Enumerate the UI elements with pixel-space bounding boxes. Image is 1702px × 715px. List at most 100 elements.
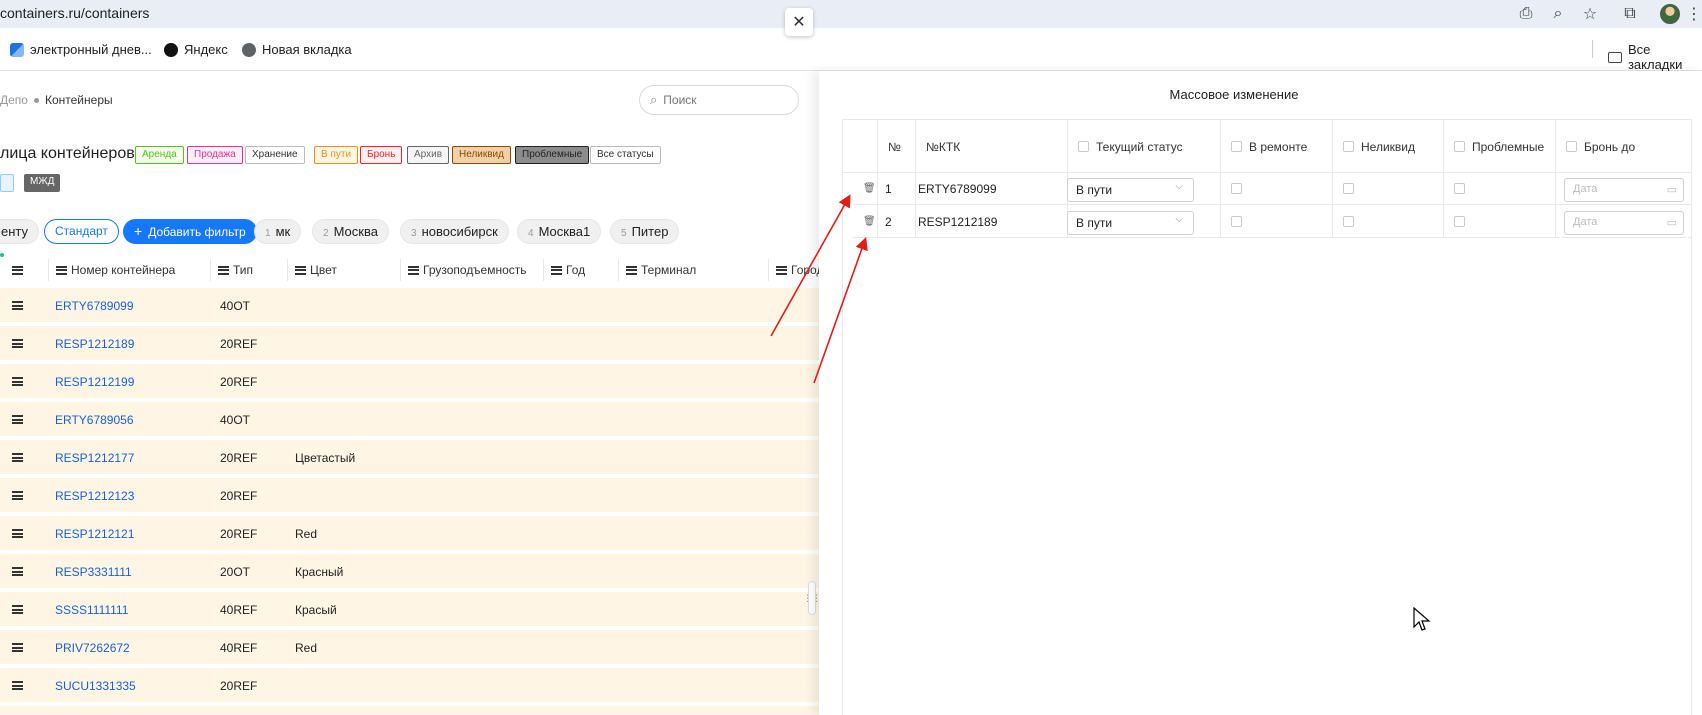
table-row[interactable]: RESP3331111 20OT Красный [0,554,819,589]
bookmark-star-icon[interactable]: ☆ [1574,2,1606,26]
header-in-repair[interactable]: В ремонте [1220,120,1307,173]
all-bookmarks[interactable]: Все закладки [1608,42,1702,72]
status-tag-problem[interactable]: Проблемные [515,146,590,164]
header-current-status[interactable]: Текущий статус [1067,120,1183,173]
table-row[interactable]: RESP1212121 20REF Red [0,516,819,551]
checkbox-row-illiquid[interactable] [1343,216,1354,227]
saved-filter-4[interactable]: 4 Москва1 [517,219,602,244]
tag-mzhd[interactable]: МЖД [24,174,61,192]
status-tag-archive[interactable]: Архив [407,146,450,164]
checkbox-booking[interactable] [1566,141,1577,152]
saved-filter-5[interactable]: 5 Питер [610,219,680,244]
checkbox-row-repair[interactable] [1231,183,1242,194]
checkbox-illiquid[interactable] [1343,141,1354,152]
status-tag-all[interactable]: Все статусы [590,146,661,164]
container-number-link[interactable]: ERTY6789056 [55,413,134,427]
saved-filter-1[interactable]: 1 мк [254,219,302,244]
row-menu-icon[interactable] [12,301,23,310]
saved-filter-2[interactable]: 2 Москва [312,219,389,244]
filter-standard[interactable]: Стандарт [44,219,119,244]
container-number-link[interactable]: PRIV7262672 [55,641,130,655]
container-number-link[interactable]: RESP1212189 [55,337,134,351]
table-row[interactable]: SUCU1331335 20REF [0,668,819,703]
bookmark-yandex[interactable]: Яндекс [164,42,228,57]
checkbox-row-problem[interactable] [1454,183,1465,194]
trash-icon[interactable]: 🗑 [863,216,876,227]
tag-clipped[interactable] [0,174,14,192]
saved-filter-3[interactable]: 3 новосибирск [400,219,509,244]
status-tag-rent[interactable]: Аренда [135,146,184,164]
container-number-link[interactable]: SUCU1331335 [55,679,136,693]
status-select[interactable]: В пути ⌵ [1067,211,1194,235]
checkbox-problem[interactable] [1454,141,1465,152]
checkbox-row-repair[interactable] [1231,216,1242,227]
column-header-type[interactable]: Тип [218,251,253,289]
profile-avatar[interactable] [1654,2,1686,26]
column-header-number[interactable]: Номер контейнера [56,251,175,289]
row-menu-icon[interactable] [12,681,23,690]
add-filter-button[interactable]: + Добавить фильтр [123,219,257,244]
container-type: 20REF [220,451,258,465]
close-panel-button[interactable]: ✕ [785,8,813,36]
row-menu-icon[interactable] [12,377,23,386]
install-app-icon[interactable]: ⎙ [1510,2,1542,26]
row-menu-icon[interactable] [12,643,23,652]
container-number-link[interactable]: SSSS1111111 [55,603,128,617]
container-number-link[interactable]: RESP1212123 [55,489,134,503]
container-number-link[interactable]: RESP1212121 [55,527,134,541]
url-field[interactable]: containers.ru/containers [0,5,149,21]
table-row[interactable]: RESP1212199 20REF [0,364,819,399]
zoom-icon[interactable]: ⌕ [1542,2,1574,26]
browser-menu-icon[interactable]: ⋮ [1686,2,1702,26]
status-tag-illiquid[interactable]: Неликвид [452,146,511,164]
row-menu-icon[interactable] [12,567,23,576]
panel-resize-handle[interactable]: ⋮⋮ [803,581,819,615]
row-menu-header[interactable] [0,251,23,289]
table-row[interactable]: PRIV7262672 40REF Red [0,630,819,665]
checkbox-row-problem[interactable] [1454,216,1465,227]
bookmark-diary[interactable]: электронный днев... [10,42,152,57]
header-problem[interactable]: Проблемные [1443,120,1544,173]
table-row[interactable]: RESP1212177 20REF Цветастый [0,440,819,475]
container-number-link[interactable]: RESP1212177 [55,451,134,465]
status-tag-booking[interactable]: Бронь [360,146,403,164]
row-menu-icon[interactable] [12,491,23,500]
checkbox-status[interactable] [1078,141,1089,152]
status-tag-in-transit[interactable]: В пути [314,146,359,164]
table-row[interactable]: RESP1212189 20REF [0,326,819,361]
header-booking-until[interactable]: Бронь до [1555,120,1635,173]
booking-date-input[interactable]: Дата ▭ [1564,211,1684,235]
row-menu-icon[interactable] [12,605,23,614]
mass-edit-panel: Массовое изменение № №КТК Текущий статус… [819,71,1702,715]
table-row[interactable]: SSSS1111111 40REF Красый [0,592,819,627]
trash-icon[interactable]: 🗑 [863,183,876,194]
status-tag-storage[interactable]: Хранение [245,146,305,164]
container-number-link[interactable]: RESP3331111 [55,565,132,579]
search-box[interactable]: ⌕ [639,85,799,115]
table-row[interactable]: ERTY6789099 40OT [0,288,819,323]
header-illiquid[interactable]: Неликвид [1332,120,1415,173]
checkbox-repair[interactable] [1231,141,1242,152]
column-header-color[interactable]: Цвет [295,251,337,289]
container-number-link[interactable]: RESP1212199 [55,375,134,389]
status-tag-sale[interactable]: Продажа [187,146,243,164]
container-number-link[interactable]: ERTY6789099 [55,299,134,313]
checkbox-row-illiquid[interactable] [1343,183,1354,194]
column-header-terminal[interactable]: Терминал [626,251,696,289]
column-header-capacity[interactable]: Грузоподъемность [408,251,527,289]
extensions-icon[interactable]: ⧉ [1606,2,1654,26]
table-row[interactable]: ERTY6789056 40OT [0,402,819,437]
row-menu-icon[interactable] [12,415,23,424]
column-header-year[interactable]: Год [551,251,585,289]
bookmark-new-tab[interactable]: Новая вкладка [242,42,352,57]
column-header-city[interactable]: Город [776,251,819,289]
search-input[interactable] [663,93,774,107]
row-menu-icon[interactable] [12,339,23,348]
row-menu-icon[interactable] [12,453,23,462]
filter-chip-clipped[interactable]: енту [0,219,40,244]
status-select[interactable]: В пути ⌵ [1067,178,1194,202]
breadcrumb-parent[interactable]: Депо [0,93,28,107]
booking-date-input[interactable]: Дата ▭ [1564,178,1684,202]
table-row[interactable]: RESP1212123 20REF [0,478,819,513]
row-menu-icon[interactable] [12,529,23,538]
